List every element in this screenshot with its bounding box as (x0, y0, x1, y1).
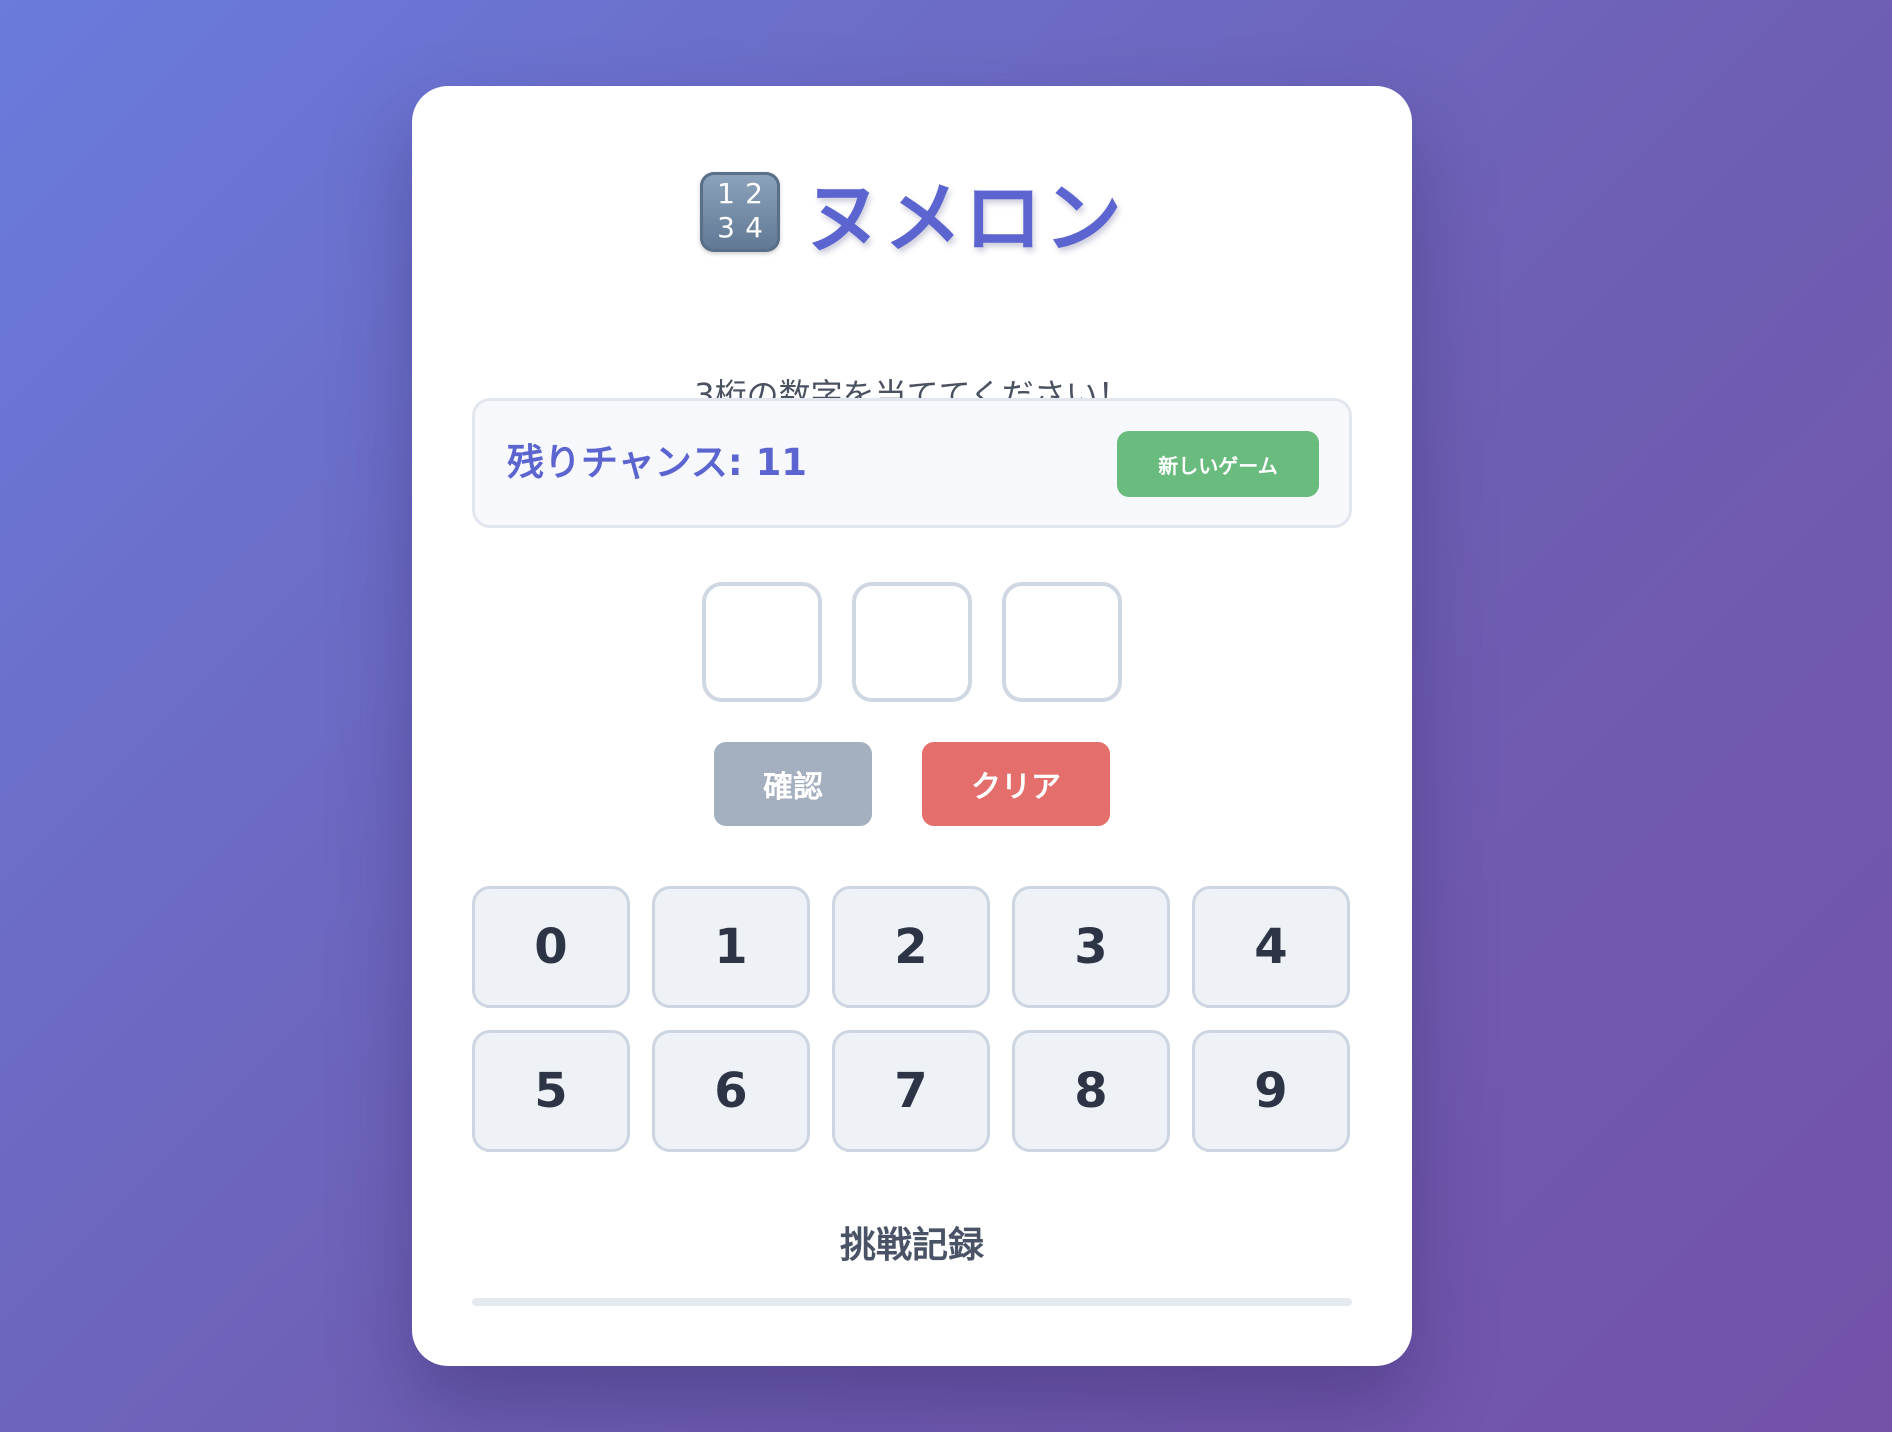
icon-digit: 2 (745, 177, 763, 210)
number-keypad: 0 1 2 3 4 5 6 7 8 9 (472, 886, 1352, 1152)
game-card: 1 2 3 4 ヌメロン 3桁の数字を当ててください！ 残りチャンス: 11 新… (412, 86, 1412, 1366)
guess-slot-2 (852, 582, 972, 702)
key-4[interactable]: 4 (1192, 886, 1350, 1008)
key-2[interactable]: 2 (832, 886, 990, 1008)
new-game-button[interactable]: 新しいゲーム (1117, 431, 1319, 497)
key-9[interactable]: 9 (1192, 1030, 1350, 1152)
action-buttons: 確認 クリア (412, 742, 1412, 826)
icon-digit: 3 (717, 211, 735, 244)
status-panel: 残りチャンス: 11 新しいゲーム (472, 398, 1352, 528)
key-5[interactable]: 5 (472, 1030, 630, 1152)
key-7[interactable]: 7 (832, 1030, 990, 1152)
guess-slots (412, 582, 1412, 702)
key-1[interactable]: 1 (652, 886, 810, 1008)
icon-digit: 4 (745, 211, 763, 244)
key-3[interactable]: 3 (1012, 886, 1170, 1008)
key-8[interactable]: 8 (1012, 1030, 1170, 1152)
guess-slot-1 (702, 582, 822, 702)
history-title: 挑戦記録 (839, 1225, 984, 1266)
history-divider (472, 1298, 1352, 1306)
page-title: ヌメロン (803, 174, 1124, 264)
remaining-chances: 残りチャンス: 11 (507, 441, 808, 484)
title-row: 1 2 3 4 ヌメロン (412, 162, 1412, 264)
key-6[interactable]: 6 (652, 1030, 810, 1152)
confirm-button[interactable]: 確認 (714, 742, 872, 826)
clear-button[interactable]: クリア (922, 742, 1110, 826)
key-0[interactable]: 0 (472, 886, 630, 1008)
input-numbers-icon: 1 2 3 4 (699, 172, 780, 252)
guess-slot-3 (1002, 582, 1122, 702)
icon-digit: 1 (717, 177, 735, 210)
